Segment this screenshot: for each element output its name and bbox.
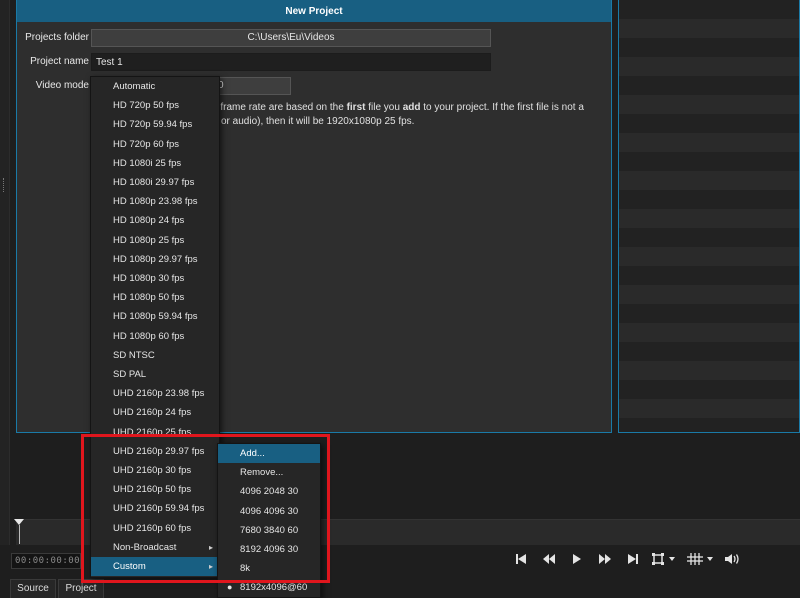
menu-item-hd-1080p-30[interactable]: HD 1080p 30 fps [91,269,219,288]
menu-item-label: HD 1080p 29.97 fps [113,253,198,265]
menu-item-label: SD PAL [113,369,147,380]
menu-item-label: Automatic [113,81,156,92]
projects-folder-button[interactable]: C:\Users\Eu\Videos [91,29,491,47]
right-panel-row [619,0,799,19]
projects-folder-label: Projects folder [25,32,89,43]
menu-item-hd-1080p-25[interactable]: HD 1080p 25 fps [91,231,219,250]
menu-item-hd-1080p-50[interactable]: HD 1080p 50 fps [91,288,219,307]
volume-icon[interactable] [722,551,744,569]
right-panel-row [619,380,799,399]
menu-item-label: HD 1080p 25 fps [113,234,185,246]
dock-grip-handle[interactable] [3,178,5,192]
tab-source[interactable]: Source [10,579,56,598]
menu-item-uhd-2160p-24[interactable]: UHD 2160p 24 fps [91,403,219,422]
menu-item-hd-1080p-2398[interactable]: HD 1080p 23.98 fps [91,192,219,211]
desc-text: to your project. If the first file is no… [420,102,584,113]
panel-title: New Project [17,0,611,22]
menu-item-label: SD NTSC [113,349,155,361]
menu-item-automatic[interactable]: Automatic [91,77,219,96]
menu-item-label: UHD 2160p 23.98 fps [113,388,205,400]
right-panel-row [619,76,799,95]
menu-item-label: HD 1080p 23.98 fps [113,196,198,208]
rewind-icon[interactable] [538,551,560,569]
right-panel [618,0,800,433]
timecode-field[interactable]: 00:00:00:00 [11,553,81,569]
fast-forward-icon[interactable] [594,551,616,569]
skip-next-icon[interactable] [622,551,644,569]
menu-item-hd-1080p-60[interactable]: HD 1080p 60 fps [91,327,219,346]
menu-item-hd-720p-5994[interactable]: HD 720p 59.94 fps [91,115,219,134]
right-panel-row [619,114,799,133]
right-panel-row [619,152,799,171]
menu-item-hd-720p-60[interactable]: HD 720p 60 fps [91,135,219,154]
menu-item-label: HD 1080p 60 fps [113,330,185,342]
menu-item-hd-1080p-5994[interactable]: HD 1080p 59.94 fps [91,307,219,326]
submenu-item-label: 8192x4096@60 [240,582,308,594]
right-panel-row [619,342,799,361]
right-panel-row [619,304,799,323]
left-dock-strip [0,0,10,545]
menu-item-hd-720p-50[interactable]: HD 720p 50 fps [91,96,219,115]
right-panel-row [619,190,799,209]
menu-item-label: HD 1080p 30 fps [113,273,185,284]
project-name-label: Project name [30,56,89,67]
right-panel-row [619,418,799,432]
menu-item-uhd-2160p-2398[interactable]: UHD 2160p 23.98 fps [91,384,219,403]
video-mode-label: Video mode [35,80,89,91]
desc-text: file you [365,102,403,113]
menu-item-sd-pal[interactable]: SD PAL [91,365,219,384]
menu-item-hd-1080p-2997[interactable]: HD 1080p 29.97 fps [91,250,219,269]
right-panel-row [619,266,799,285]
desc-text-line2: or audio), then it will be 1920x1080p 25… [221,116,415,127]
menu-item-label: HD 1080p 50 fps [113,292,185,304]
menu-item-hd-1080i-25[interactable]: HD 1080i 25 fps [91,154,219,173]
menu-item-label: HD 1080p 59.94 fps [113,311,198,323]
desc-bold-add: add [402,102,421,113]
menu-item-label: HD 720p 59.94 fps [113,119,193,131]
menu-item-label: HD 1080i 29.97 fps [113,177,195,188]
right-panel-row [619,228,799,247]
menu-item-label: UHD 2160p 24 fps [113,407,192,419]
project-name-input[interactable]: Test 1 [91,53,491,71]
menu-item-hd-1080p-24[interactable]: HD 1080p 24 fps [91,211,219,230]
play-icon[interactable] [566,551,588,569]
menu-item-label: HD 720p 60 fps [113,138,180,150]
desc-bold-first: first [346,102,366,113]
menu-item-hd-1080i-2997[interactable]: HD 1080i 29.97 fps [91,173,219,192]
video-mode-description: on and frame rate are based on the first… [187,101,587,129]
menu-item-label: HD 720p 50 fps [113,100,180,112]
menu-item-label: HD 1080i 25 fps [113,157,182,169]
zoom-fit-icon[interactable] [650,551,680,569]
right-panel-row [619,38,799,57]
annotation-highlight-box [81,434,330,583]
skip-previous-icon[interactable] [510,551,532,569]
grid-icon[interactable] [686,551,716,569]
menu-item-label: HD 1080p 24 fps [113,215,185,227]
menu-item-sd-ntsc[interactable]: SD NTSC [91,346,219,365]
playhead-line [19,525,20,544]
